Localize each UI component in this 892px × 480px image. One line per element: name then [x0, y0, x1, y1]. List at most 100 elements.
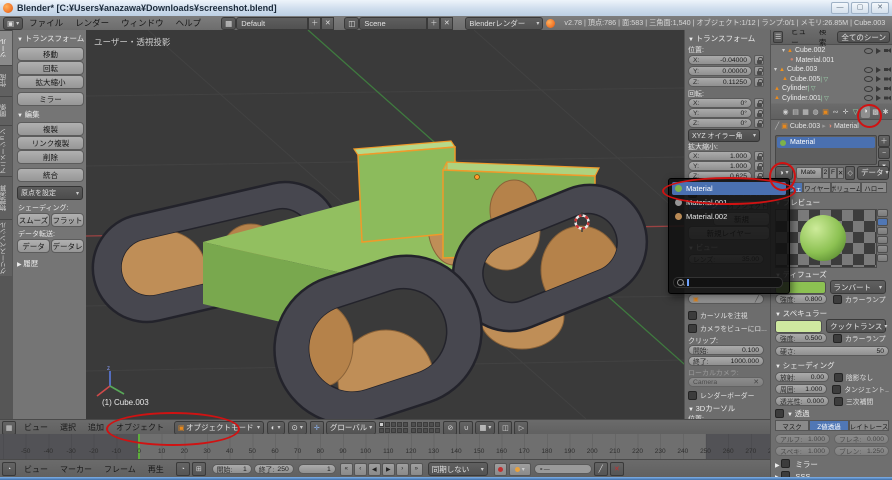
- diffuse-intensity-slider[interactable]: 強度:0.800: [775, 294, 827, 304]
- info-menu-ファイル[interactable]: ファイル: [23, 17, 69, 29]
- layer-toggle[interactable]: [397, 422, 402, 427]
- lock-to-object-field[interactable]: ▣╱: [688, 294, 764, 304]
- join-button[interactable]: 統合: [17, 168, 84, 182]
- transform-panel-header[interactable]: トランスフォーム: [17, 33, 84, 44]
- history-panel-header[interactable]: 履歴: [17, 258, 38, 269]
- eyedropper-button[interactable]: ╱: [594, 462, 608, 476]
- type-wire-tab[interactable]: ワイヤー: [803, 182, 831, 193]
- lock-layers-button[interactable]: ⊘: [443, 421, 457, 435]
- lock-camera-checkbox[interactable]: [688, 324, 697, 333]
- ambient-slider[interactable]: 周囲:1.000: [775, 384, 827, 394]
- clip-start-field[interactable]: 開始:0.100: [688, 345, 764, 355]
- layer-toggle[interactable]: [403, 428, 408, 433]
- outliner-item-Cylinder.001[interactable]: ▲Cylinder.001 | ▽: [771, 94, 892, 103]
- popup-search-field[interactable]: [673, 277, 783, 288]
- manipulator-button[interactable]: ✛: [310, 421, 324, 435]
- viewport-3d[interactable]: z ユーザー・透視投影 (1) Cube.003: [86, 30, 684, 419]
- spec-alpha-slider[interactable]: スペキ:1.000: [775, 446, 830, 456]
- scene-icon[interactable]: ◫: [344, 17, 359, 30]
- hardness-slider[interactable]: 硬さ:50: [775, 346, 889, 356]
- np-rot-y[interactable]: Y:0°: [688, 108, 752, 118]
- toolshelf-tab-作成[interactable]: 作成: [0, 65, 12, 96]
- expand-arrow-icon[interactable]: ▾: [782, 47, 785, 54]
- visibility-eye-icon[interactable]: [864, 76, 873, 82]
- editor-type-button[interactable]: ▦: [2, 421, 16, 435]
- props-tab-texture[interactable]: ▩: [871, 106, 880, 118]
- layer-toggle[interactable]: [403, 422, 408, 427]
- preview-sky-button[interactable]: [877, 254, 888, 262]
- outliner-item-Cube.005[interactable]: ▲Cube.005 | ▽: [771, 75, 892, 84]
- selectability-icon[interactable]: [876, 86, 881, 92]
- lock-icon[interactable]: [754, 161, 764, 171]
- props-tab-constraints[interactable]: ∾: [831, 106, 840, 118]
- np-scale-y[interactable]: Y:1.000: [688, 161, 752, 171]
- shade-flat-button[interactable]: フラット: [51, 213, 84, 227]
- renderability-icon[interactable]: [884, 96, 891, 101]
- diffuse-ramp-checkbox[interactable]: [833, 295, 842, 304]
- props-tab-render-layers[interactable]: ▤: [791, 106, 800, 118]
- toolshelf-tab-関係[interactable]: 関係: [0, 96, 12, 125]
- local-camera-field[interactable]: Camera✕: [688, 377, 764, 387]
- fresnel-slider[interactable]: フレネ:0.000: [834, 434, 889, 444]
- breadcrumb-object[interactable]: Cube.003: [790, 123, 820, 130]
- np-loc-x[interactable]: X:-0.04000: [688, 55, 752, 65]
- timeline-menu-ビュー[interactable]: ビュー: [18, 464, 54, 475]
- preview-range-button[interactable]: ◔: [176, 462, 190, 476]
- lock-icon[interactable]: [754, 77, 764, 87]
- delete-button[interactable]: 削除: [17, 150, 84, 164]
- preview-cube-button[interactable]: [877, 227, 888, 235]
- props-tab-data[interactable]: ▽: [851, 106, 860, 118]
- specular-intensity-slider[interactable]: 強度:0.500: [775, 333, 827, 343]
- diffuse-shader-dropdown[interactable]: ランバート▾: [830, 280, 887, 294]
- data-layout-button[interactable]: データレ: [51, 239, 84, 253]
- data-transfer-button[interactable]: データ: [17, 239, 50, 253]
- frame-end-field[interactable]: 終了:250: [254, 464, 294, 474]
- layers-block-1[interactable]: [379, 422, 408, 433]
- outliner-item-Cube.003[interactable]: ▾▲Cube.003: [771, 65, 892, 74]
- scene-field[interactable]: Scene: [359, 17, 427, 30]
- linked-duplicate-button[interactable]: リンク複製: [17, 136, 84, 150]
- specular-ramp-checkbox[interactable]: [833, 334, 842, 343]
- orientation-dropdown[interactable]: グローバル▾: [326, 421, 376, 435]
- info-menu-ウィンドウ[interactable]: ウィンドウ: [115, 17, 170, 29]
- clear-keyingset-button[interactable]: ✕: [610, 462, 624, 476]
- toolshelf-tab-物理演算[interactable]: 物理演算: [0, 176, 12, 219]
- toolshelf-tab-グリースペンシル[interactable]: グリースペンシル: [0, 219, 12, 276]
- layer-toggle[interactable]: [391, 422, 396, 427]
- mirror-header[interactable]: ミラー: [775, 459, 818, 470]
- visibility-eye-icon[interactable]: [864, 48, 873, 54]
- layer-toggle[interactable]: [411, 422, 416, 427]
- np-scale-x[interactable]: X:1.000: [688, 151, 752, 161]
- layer-toggle[interactable]: [379, 428, 384, 433]
- cubic-checkbox[interactable]: [834, 397, 843, 406]
- preview-hair-button[interactable]: [877, 245, 888, 253]
- render-engine-select[interactable]: Blenderレンダー▾: [465, 17, 543, 30]
- props-tab-particles[interactable]: ✱: [881, 106, 890, 118]
- layer-toggle[interactable]: [429, 422, 434, 427]
- lock-cursor-checkbox[interactable]: [688, 311, 697, 320]
- scale-button[interactable]: 拡大縮小: [17, 75, 84, 89]
- layer-toggle[interactable]: [391, 428, 396, 433]
- play-button[interactable]: ▶: [382, 463, 395, 476]
- layer-toggle[interactable]: [379, 422, 384, 427]
- layer-toggle[interactable]: [435, 428, 440, 433]
- pivot-dropdown[interactable]: ⊙▾: [288, 421, 307, 435]
- lock-range-button[interactable]: ⊞: [192, 462, 206, 476]
- transp-ztransp-tab[interactable]: Z値透過: [809, 420, 849, 431]
- title-bar[interactable]: Blender* [C:¥Users¥anazawa¥Downloads¥scr…: [0, 0, 892, 17]
- render-anim-button[interactable]: ▷: [514, 421, 528, 435]
- layer-toggle[interactable]: [397, 428, 402, 433]
- jump-start-button[interactable]: «: [340, 463, 353, 476]
- lock-icon[interactable]: [754, 66, 764, 76]
- transparency-checkbox[interactable]: [775, 409, 784, 418]
- expand-arrow-icon[interactable]: ▾: [774, 66, 777, 73]
- prev-keyframe-button[interactable]: ‹: [354, 463, 367, 476]
- clip-end-field[interactable]: 終了:1000.000: [688, 356, 764, 366]
- renderability-icon[interactable]: [884, 77, 891, 82]
- transparency-header[interactable]: 透過: [787, 408, 810, 419]
- rotate-button[interactable]: 回転: [17, 61, 84, 75]
- timeline-ruler[interactable]: -50-40-30-20-100102030405060708090100110…: [0, 434, 770, 459]
- selectability-icon[interactable]: [876, 48, 881, 54]
- close-button[interactable]: ✕: [871, 2, 889, 14]
- popup-item-Material.002[interactable]: Material.002: [672, 210, 786, 223]
